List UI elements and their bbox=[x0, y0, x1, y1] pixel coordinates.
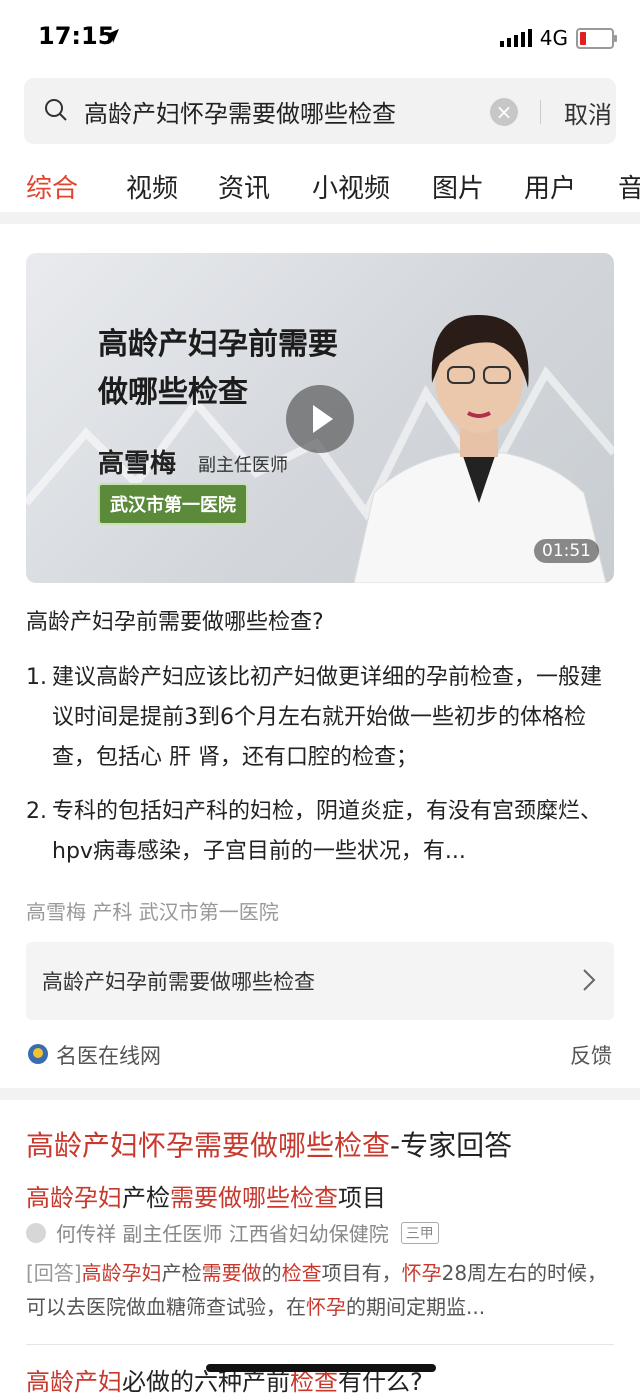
video-title-line1: 高龄产妇孕前需要 bbox=[98, 327, 338, 362]
answer-number: 1. bbox=[26, 665, 47, 690]
snippet-seg: 的期间定期监... bbox=[346, 1295, 486, 1319]
video-doctor-name: 高雪梅 bbox=[98, 449, 177, 479]
author-info: 何传祥 副主任医师 江西省妇幼保健院 bbox=[56, 1222, 389, 1246]
result-subtitle[interactable]: 高龄孕妇产检需要做哪些检查项目 bbox=[26, 1178, 386, 1213]
related-link[interactable]: 高龄产妇孕前需要做哪些检查 bbox=[26, 942, 614, 1020]
snippet-seg: 高龄孕妇 bbox=[81, 1261, 162, 1285]
answer-snippet[interactable]: [回答]高龄孕妇产检需要做的检查项目有，怀孕28周左右的时候，可以去医院做血糖筛… bbox=[26, 1256, 616, 1324]
author-avatar bbox=[26, 1222, 46, 1243]
tab-zonghe[interactable]: 综合 bbox=[26, 168, 78, 205]
answer-text: 建议高龄产妇应该比初产妇做更详细的孕前检查，一般建议时间是提前3到6个月左右就开… bbox=[52, 665, 603, 770]
snippet-seg: 需要做 bbox=[201, 1261, 262, 1285]
cancel-button[interactable]: 取消 bbox=[564, 95, 612, 130]
subtitle-seg: 项目 bbox=[338, 1184, 386, 1212]
result-title[interactable]: 高龄产妇怀孕需要做哪些检查-专家回答 bbox=[26, 1124, 512, 1164]
network-type: 4G bbox=[539, 26, 568, 50]
result3-seg: 高龄产妇 bbox=[26, 1368, 122, 1396]
subtitle-seg: 产检 bbox=[122, 1184, 170, 1212]
feedback-button[interactable]: 反馈 bbox=[570, 1040, 612, 1070]
subtitle-seg: 需要做哪些检查 bbox=[170, 1184, 338, 1212]
section-divider bbox=[0, 212, 640, 224]
answer-text: 专科的包括妇产科的妇检，阴道炎症，有没有宫颈糜烂、hpv病毒感染，子宫目前的一些… bbox=[52, 799, 603, 864]
search-bar[interactable]: 高龄产妇怀孕需要做哪些检查 × 取消 bbox=[24, 78, 616, 144]
result-divider bbox=[26, 1344, 614, 1345]
status-bar: 17:15 4G bbox=[0, 0, 640, 72]
video-title-line2: 做哪些检查 bbox=[98, 375, 248, 410]
snippet-seg: [回答] bbox=[26, 1261, 82, 1285]
answer-number: 2. bbox=[26, 799, 47, 824]
answer-item: 1. 建议高龄产妇应该比初产妇做更详细的孕前检查，一般建议时间是提前3到6个月左… bbox=[26, 658, 616, 778]
snippet-seg: 怀孕 bbox=[401, 1261, 442, 1285]
author-row: 何传祥 副主任医师 江西省妇幼保健院 三甲 bbox=[26, 1218, 439, 1247]
search-input[interactable]: 高龄产妇怀孕需要做哪些检查 bbox=[84, 94, 396, 129]
video-doctor-role: 副主任医师 bbox=[198, 455, 288, 476]
snippet-seg: 项目有， bbox=[321, 1261, 402, 1285]
hospital-grade-badge: 三甲 bbox=[400, 1221, 439, 1244]
location-arrow-icon bbox=[105, 29, 119, 43]
related-link-text: 高龄产妇孕前需要做哪些检查 bbox=[42, 970, 315, 994]
result-title-highlight: 高龄产妇怀孕需要做哪些检查 bbox=[26, 1129, 391, 1162]
snippet-seg: 的 bbox=[261, 1261, 282, 1285]
signal-icon bbox=[499, 29, 532, 47]
status-right: 4G bbox=[499, 26, 617, 50]
tab-images[interactable]: 图片 bbox=[432, 168, 484, 205]
subtitle-seg: 高龄孕妇 bbox=[26, 1184, 122, 1212]
battery-icon bbox=[576, 27, 617, 49]
result3-seg: 必做的六种产前 bbox=[122, 1368, 290, 1396]
tab-video[interactable]: 视频 bbox=[126, 168, 178, 205]
tab-users[interactable]: 用户 bbox=[524, 168, 576, 205]
play-button[interactable] bbox=[286, 385, 354, 453]
tab-short-video[interactable]: 小视频 bbox=[312, 168, 390, 205]
search-icon bbox=[45, 99, 67, 121]
result3-seg: 检查 bbox=[290, 1368, 338, 1396]
section-divider bbox=[0, 1088, 640, 1100]
result-title-rest: -专家回答 bbox=[390, 1129, 513, 1162]
tab-news[interactable]: 资讯 bbox=[218, 168, 270, 205]
clear-icon[interactable]: × bbox=[490, 98, 518, 126]
snippet-seg: 产检 bbox=[161, 1261, 202, 1285]
video-duration: 01:51 bbox=[534, 539, 599, 563]
source-name[interactable]: 名医在线网 bbox=[56, 1040, 161, 1070]
snippet-seg: 检查 bbox=[281, 1261, 322, 1285]
answer-item: 2. 专科的包括妇产科的妇检，阴道炎症，有没有宫颈糜烂、hpv病毒感染，子宫目前… bbox=[26, 792, 616, 872]
source-logo-icon bbox=[28, 1044, 48, 1064]
status-time: 17:15 bbox=[38, 22, 115, 50]
video-hospital-badge: 武汉市第一医院 bbox=[98, 483, 248, 525]
result-meta: 高雪梅 产科 武汉市第一医院 bbox=[26, 900, 279, 924]
result-question[interactable]: 高龄产妇孕前需要做哪些检查? bbox=[26, 604, 324, 636]
search-divider bbox=[540, 100, 541, 124]
tab-bar: 综合 视频 资讯 小视频 图片 用户 音 bbox=[0, 160, 640, 210]
snippet-seg: 怀孕 bbox=[306, 1295, 346, 1319]
tab-music[interactable]: 音 bbox=[618, 168, 640, 205]
chevron-right-icon bbox=[583, 969, 596, 991]
video-thumbnail[interactable]: 高龄产妇孕前需要 做哪些检查 高雪梅 副主任医师 武汉市第一医院 01:51 bbox=[26, 253, 614, 583]
result3-seg: 有什么? bbox=[338, 1368, 423, 1396]
home-indicator[interactable] bbox=[206, 1364, 436, 1372]
